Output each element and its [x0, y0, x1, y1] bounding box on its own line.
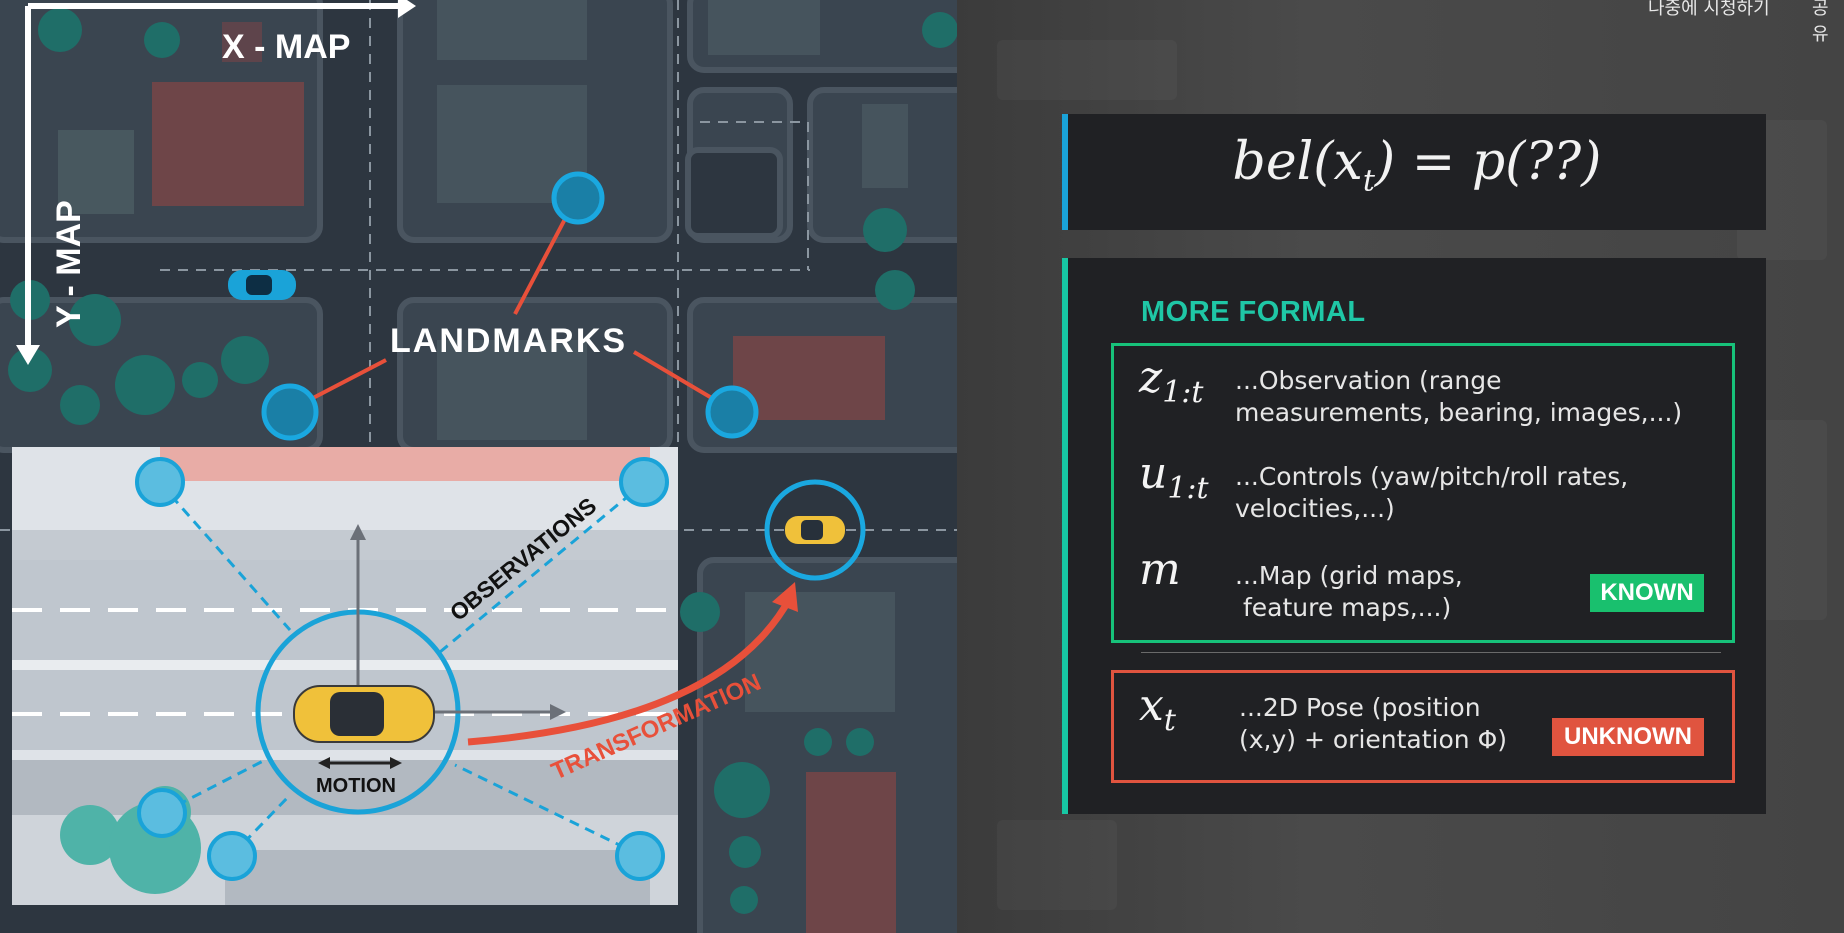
more-formal-title: MORE FORMAL	[1141, 296, 1366, 328]
controls-description: ...Controls (yaw/pitch/roll rates, veloci…	[1235, 462, 1629, 523]
localization-map-illustration: X - MAP Y - MAP LANDMARKS MOTION OBSERVA…	[0, 0, 957, 933]
observation-symbol: z1:t	[1139, 352, 1204, 410]
inset-road-view: MOTION OBSERVATIONS	[12, 447, 678, 905]
controls-symbol: u1:t	[1139, 448, 1209, 506]
belief-equation-panel: bel(xt) = p(??)	[1062, 114, 1766, 230]
map-description: ...Map (grid maps, feature maps,...)	[1235, 561, 1463, 622]
observation-description: ...Observation (range measurements, beari…	[1235, 366, 1683, 427]
known-badge: KNOWN	[1590, 574, 1704, 612]
divider	[1141, 652, 1721, 653]
belief-equation: bel(xt) = p(??)	[1232, 132, 1602, 199]
pose-symbol: xt	[1139, 680, 1176, 738]
landmarks-label: LANDMARKS	[390, 322, 627, 360]
share-link[interactable]: 공유	[1812, 0, 1844, 46]
map-symbol: m	[1139, 544, 1181, 595]
pose-description: ...2D Pose (position (x,y) + orientation …	[1239, 693, 1508, 754]
watch-later-link[interactable]: 나중에 시청하기	[1648, 0, 1770, 20]
x-map-label: X - MAP	[222, 28, 350, 66]
landmark-marker	[705, 385, 759, 439]
landmark-marker	[551, 171, 605, 225]
landmark-marker	[261, 383, 319, 441]
unknown-badge: UNKNOWN	[1552, 718, 1704, 756]
motion-label: MOTION	[316, 775, 396, 797]
y-map-label: Y - MAP	[50, 200, 88, 328]
